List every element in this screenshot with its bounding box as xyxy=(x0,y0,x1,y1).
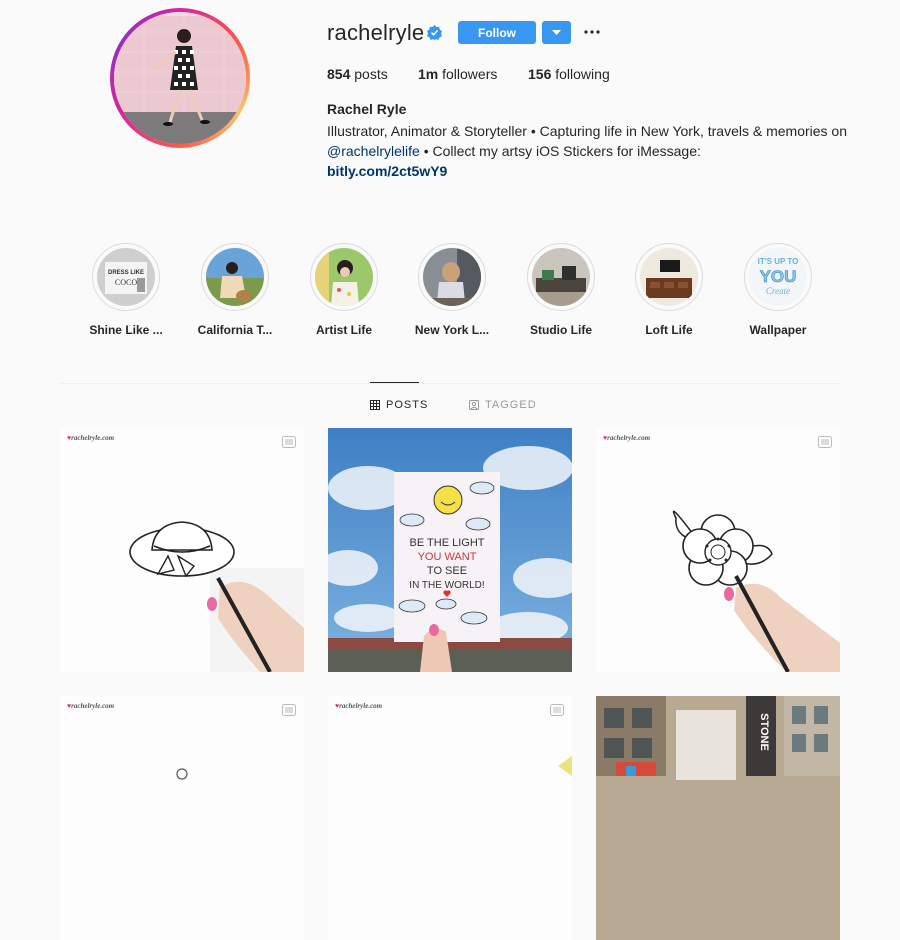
highlight-art-text: Create xyxy=(766,286,790,296)
following-label: following xyxy=(555,66,610,82)
post-image xyxy=(60,428,304,672)
highlight-item[interactable]: Studio Life xyxy=(506,243,616,337)
highlight-item[interactable]: Artist Life xyxy=(289,243,399,337)
following-stat[interactable]: 156 following xyxy=(528,66,610,82)
profile-avatar[interactable] xyxy=(110,8,250,148)
highlight-item[interactable]: DRESS LIKE COCO Shine Like ... xyxy=(71,243,181,337)
video-icon xyxy=(282,704,296,716)
highlight-cover xyxy=(640,248,698,306)
profile-bio: Illustrator, Animator & Storyteller • Ca… xyxy=(327,121,847,181)
highlight-item[interactable]: IT'S UP TO YOU Create Wallpaper xyxy=(723,243,833,337)
highlight-cover xyxy=(532,248,590,306)
post-tile[interactable]: ♥rachelryle.com xyxy=(60,696,304,940)
watermark-text: rachelryle.com xyxy=(71,434,115,442)
highlight-art-text: YOU xyxy=(760,267,797,286)
watermark-text: rachelryle.com xyxy=(339,702,383,710)
sign-text: STONE xyxy=(758,713,770,751)
story-highlights: DRESS LIKE COCO Shine Like ... Californi… xyxy=(0,243,900,343)
highlight-label: Studio Life xyxy=(530,323,592,337)
watermark: ♥rachelryle.com xyxy=(335,702,383,710)
bio-text: Illustrator, Animator & Storyteller • Ca… xyxy=(327,123,848,139)
tab-posts-label: POSTS xyxy=(386,399,429,411)
avatar-photo xyxy=(114,12,246,144)
profile-full-name: Rachel Ryle xyxy=(327,101,407,117)
watermark: ♥rachelryle.com xyxy=(603,434,651,442)
bio-text-2: • Collect my artsy iOS Stickers for iMes… xyxy=(419,143,701,159)
post-image xyxy=(596,428,840,672)
posts-stat: 854 posts xyxy=(327,66,388,82)
card-text: IN THE WORLD! xyxy=(409,580,484,591)
highlight-item[interactable]: New York L... xyxy=(397,243,507,337)
tab-tagged-label: TAGGED xyxy=(485,399,537,411)
highlight-label: California T... xyxy=(197,323,273,337)
tag-icon xyxy=(469,400,479,410)
followers-label: followers xyxy=(442,66,498,82)
grid-icon xyxy=(370,400,380,410)
post-tile[interactable]: BE THE LIGHT YOU WANT TO SEE IN THE WORL… xyxy=(328,428,572,672)
post-tile[interactable]: STONE xyxy=(596,696,840,940)
active-tab-indicator xyxy=(370,382,419,383)
bio-mention-link[interactable]: @rachelrylelife xyxy=(327,143,420,159)
post-image: STONE xyxy=(596,696,840,940)
highlight-cover: DRESS LIKE COCO xyxy=(97,248,155,306)
card-text: YOU WANT xyxy=(418,551,477,563)
follow-button[interactable]: Follow xyxy=(458,21,536,44)
highlight-art-text: DRESS LIKE xyxy=(108,270,144,276)
video-icon xyxy=(818,436,832,448)
profile-username: rachelryle xyxy=(327,20,425,45)
suggested-dropdown-button[interactable] xyxy=(542,21,571,44)
followers-stat[interactable]: 1m followers xyxy=(418,66,497,82)
highlight-art-text: COCO xyxy=(115,278,137,287)
following-count: 156 xyxy=(528,66,552,82)
more-options-button[interactable] xyxy=(582,22,602,42)
highlight-item[interactable]: Loft Life xyxy=(614,243,724,337)
post-image xyxy=(60,696,304,940)
watermark-text: rachelryle.com xyxy=(71,702,115,710)
post-image: BE THE LIGHT YOU WANT TO SEE IN THE WORL… xyxy=(328,428,572,672)
card-text: TO SEE xyxy=(427,565,467,577)
highlight-art-text: IT'S UP TO xyxy=(758,257,799,266)
verified-badge-icon xyxy=(427,25,442,40)
highlight-label: Loft Life xyxy=(645,323,693,337)
highlight-label: New York L... xyxy=(414,323,490,337)
post-tile[interactable]: ♥rachelryle.com xyxy=(596,428,840,672)
post-tile[interactable]: ♥rachelryle.com xyxy=(60,428,304,672)
chevron-down-icon xyxy=(552,30,561,35)
post-image xyxy=(328,696,572,940)
highlight-cover xyxy=(206,248,264,306)
watermark: ♥rachelryle.com xyxy=(67,434,115,442)
watermark-text: rachelryle.com xyxy=(607,434,651,442)
card-text: BE THE LIGHT xyxy=(410,537,485,549)
bio-external-link[interactable]: bitly.com/2ct5wY9 xyxy=(327,163,447,179)
highlight-cover: IT'S UP TO YOU Create xyxy=(749,248,807,306)
posts-label: posts xyxy=(354,66,388,82)
highlight-label: Wallpaper xyxy=(749,323,807,337)
tab-tagged[interactable]: TAGGED xyxy=(469,399,537,411)
more-dots-icon xyxy=(584,30,600,34)
post-tile[interactable]: ♥rachelryle.com xyxy=(328,696,572,940)
tab-posts[interactable]: POSTS xyxy=(370,399,428,411)
video-icon xyxy=(550,704,564,716)
video-icon xyxy=(282,436,296,448)
highlight-label: Shine Like ... xyxy=(89,323,163,337)
highlight-cover xyxy=(423,248,481,306)
posts-count: 854 xyxy=(327,66,351,82)
highlight-cover xyxy=(315,248,373,306)
tabs-divider xyxy=(60,383,840,384)
followers-count: 1m xyxy=(418,66,439,82)
watermark: ♥rachelryle.com xyxy=(67,702,115,710)
highlight-label: Artist Life xyxy=(315,323,372,337)
highlight-item[interactable]: California T... xyxy=(180,243,290,337)
